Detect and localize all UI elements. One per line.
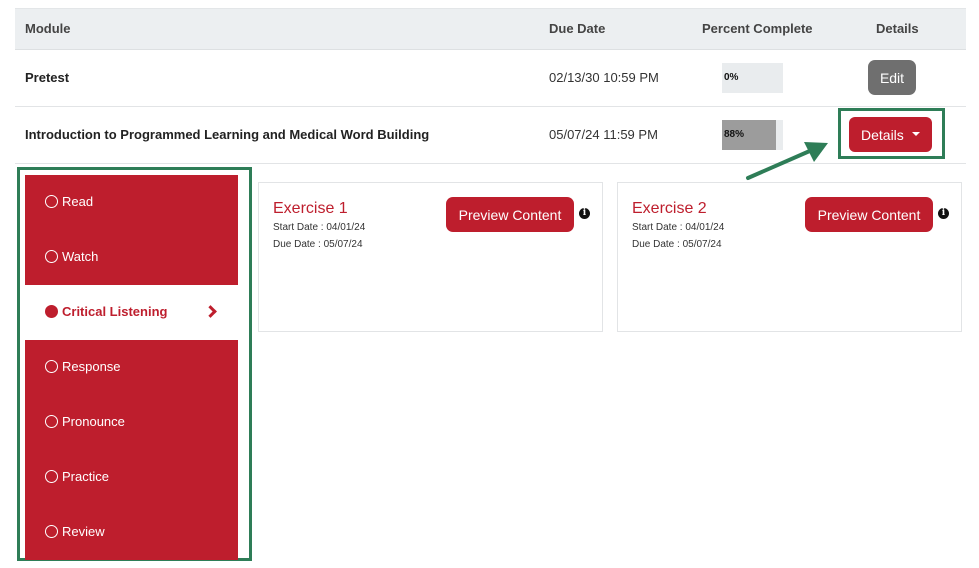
radio-filled-icon bbox=[45, 305, 58, 318]
sidebar-item-label: Response bbox=[62, 359, 121, 374]
details-highlight-box bbox=[838, 108, 945, 159]
info-icon[interactable]: i bbox=[938, 208, 949, 219]
header-details: Details bbox=[876, 21, 919, 36]
module-name: Introduction to Programmed Learning and … bbox=[25, 127, 430, 142]
sidebar-item-label: Watch bbox=[62, 249, 99, 264]
exercise-title: Exercise 1 bbox=[273, 200, 348, 217]
chevron-right-icon bbox=[204, 305, 217, 318]
sidebar-item-review[interactable]: Review bbox=[25, 505, 238, 560]
module-name: Pretest bbox=[25, 70, 70, 85]
radio-icon bbox=[45, 415, 58, 428]
start-date: Start Date : 04/01/24 bbox=[273, 222, 366, 233]
sidebar-item-label: Pronounce bbox=[62, 414, 125, 429]
sidebar-item-label: Practice bbox=[62, 469, 109, 484]
page: Module Due Date Percent Complete Details… bbox=[0, 0, 979, 568]
sidebar-item-watch[interactable]: Watch bbox=[25, 230, 238, 285]
sidebar-item-response[interactable]: Response bbox=[25, 340, 238, 395]
exercise-title: Exercise 2 bbox=[632, 200, 707, 217]
sidebar-item-read[interactable]: Read bbox=[25, 175, 238, 230]
sidebar-item-practice[interactable]: Practice bbox=[25, 450, 238, 505]
annotation-arrow-icon bbox=[746, 142, 828, 180]
activity-sidebar: Read Watch Critical Listening Response P… bbox=[25, 175, 238, 560]
table-row: Pretest 02/13/30 10:59 PM 0% Edit bbox=[15, 50, 966, 107]
sidebar-item-label: Read bbox=[62, 194, 94, 209]
radio-icon bbox=[45, 470, 58, 483]
progress-bar: 0% bbox=[722, 63, 783, 93]
due-date: Due Date : 05/07/24 bbox=[273, 239, 363, 250]
due-date: 05/07/24 11:59 PM bbox=[549, 127, 658, 142]
radio-icon bbox=[45, 250, 58, 263]
radio-icon bbox=[45, 195, 58, 208]
progress-text: 0% bbox=[724, 72, 739, 83]
info-icon[interactable]: i bbox=[579, 208, 590, 219]
sidebar-item-pronounce[interactable]: Pronounce bbox=[25, 395, 238, 450]
preview-content-button[interactable]: Preview Content bbox=[446, 197, 574, 232]
preview-content-button[interactable]: Preview Content bbox=[805, 197, 933, 232]
header-module: Module bbox=[25, 21, 71, 36]
radio-icon bbox=[45, 525, 58, 538]
exercise-card: Exercise 1 Start Date : 04/01/24 Due Dat… bbox=[258, 182, 603, 332]
due-date: Due Date : 05/07/24 bbox=[632, 239, 722, 250]
start-date: Start Date : 04/01/24 bbox=[632, 222, 725, 233]
table-header: Module Due Date Percent Complete Details bbox=[15, 8, 966, 50]
sidebar-item-label: Review bbox=[62, 524, 105, 539]
header-percent-complete: Percent Complete bbox=[702, 21, 813, 36]
edit-button[interactable]: Edit bbox=[868, 60, 916, 95]
sidebar-item-label: Critical Listening bbox=[62, 304, 168, 319]
sidebar-item-critical-listening[interactable]: Critical Listening bbox=[25, 285, 238, 340]
exercise-card: Exercise 2 Start Date : 04/01/24 Due Dat… bbox=[617, 182, 962, 332]
due-date: 02/13/30 10:59 PM bbox=[549, 70, 659, 85]
header-due-date: Due Date bbox=[549, 21, 606, 36]
radio-icon bbox=[45, 360, 58, 373]
